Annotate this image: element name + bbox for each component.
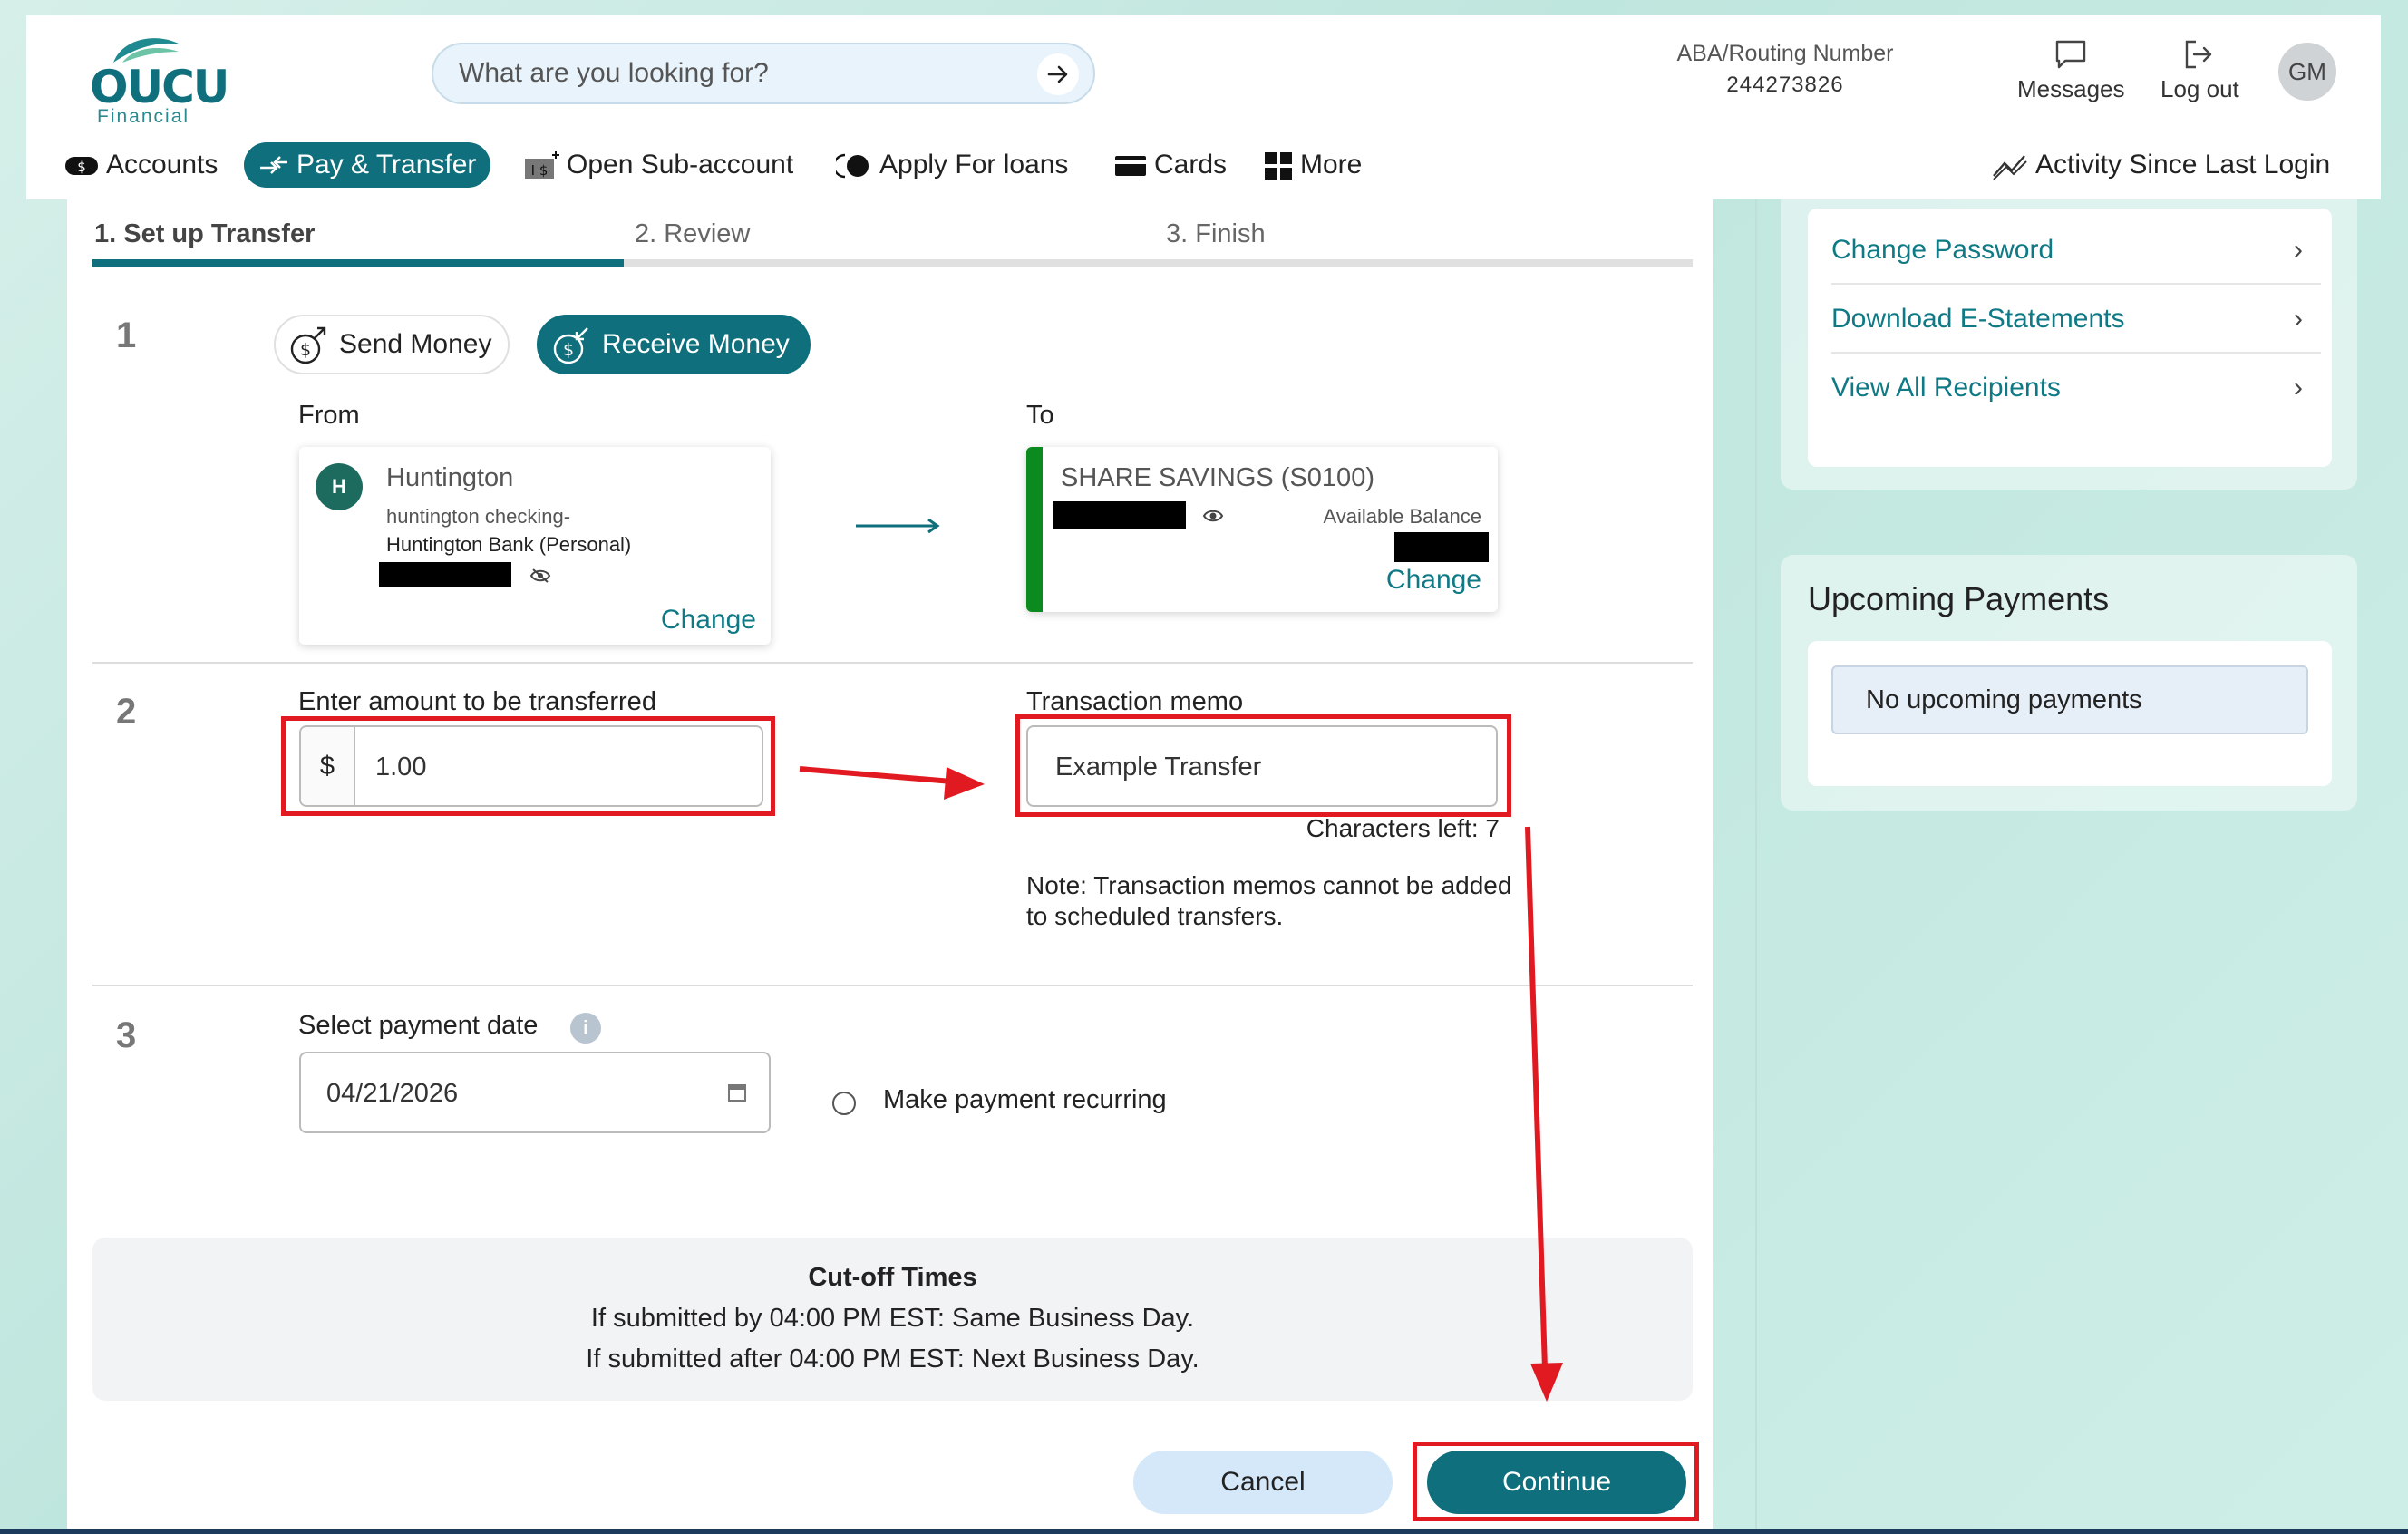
bottom-bar (0, 1529, 2408, 1534)
annotation-arrow-down (1525, 826, 1548, 1370)
annotation-arrows (799, 766, 1563, 1402)
annotation-arrowhead-right (944, 767, 985, 800)
annotation-arrow-right (799, 766, 953, 784)
annotation-arrowhead-down (1530, 1363, 1563, 1402)
